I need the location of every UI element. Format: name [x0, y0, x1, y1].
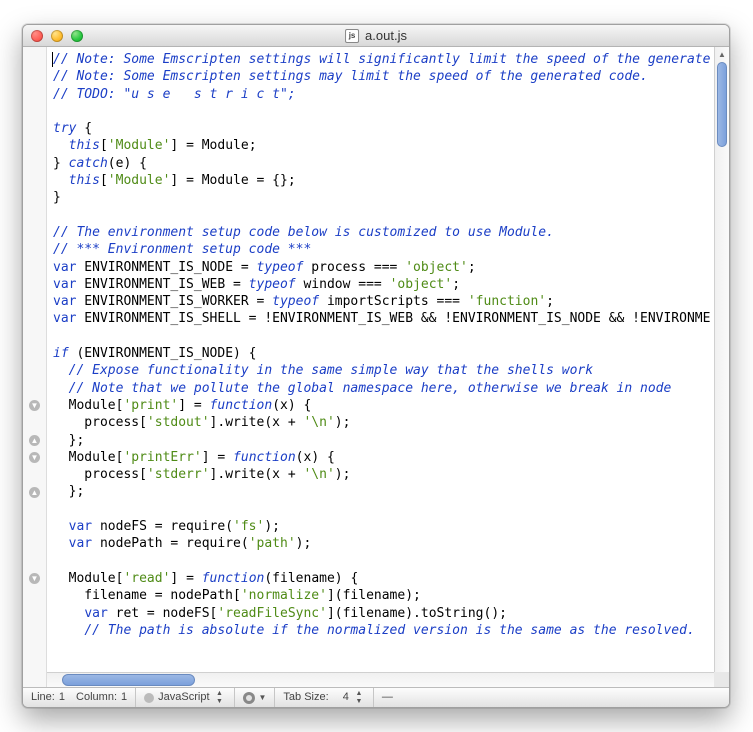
code-area[interactable]: // Note: Some Emscripten settings will s…	[47, 47, 729, 687]
traffic-lights	[31, 30, 83, 42]
scrollbar-corner	[714, 672, 729, 687]
tabsize-value: 4	[343, 692, 349, 703]
window-title-text: a.out.js	[365, 29, 407, 42]
stepper-icon[interactable]: ▲▼	[353, 690, 365, 706]
horizontal-scrollbar[interactable]	[47, 672, 714, 687]
fold-close-icon[interactable]: ▲	[29, 435, 40, 446]
language-selector[interactable]: JavaScript ▲▼	[136, 688, 234, 707]
line-value: 1	[59, 692, 65, 703]
status-extra: —	[374, 688, 729, 707]
fold-close-icon[interactable]: ▲	[29, 487, 40, 498]
language-dot-icon	[144, 693, 154, 703]
fold-open-icon[interactable]: ▼	[29, 452, 40, 463]
status-bar: Line: 1 Column: 1 JavaScript ▲▼ ▼ Tab Si…	[23, 687, 729, 707]
language-name: JavaScript	[158, 692, 209, 703]
cursor-position: Line: 1 Column: 1	[23, 688, 136, 707]
close-icon[interactable]	[31, 30, 43, 42]
gutter[interactable]: ▼ ▲ ▼ ▲ ▼	[23, 47, 47, 687]
scrollbar-thumb[interactable]	[717, 62, 727, 147]
vertical-scrollbar[interactable]: ▲ ▼	[714, 47, 729, 687]
column-label: Column:	[76, 692, 117, 703]
minimize-icon[interactable]	[51, 30, 63, 42]
fold-open-icon[interactable]: ▼	[29, 573, 40, 584]
titlebar[interactable]: js a.out.js	[23, 25, 729, 47]
editor-area[interactable]: ▼ ▲ ▼ ▲ ▼ // Note: Some Emscripten settings …	[23, 47, 729, 687]
chevron-down-icon: ▼	[259, 693, 267, 702]
window-title: js a.out.js	[345, 29, 407, 43]
editor-window: js a.out.js ▼▲▼▲▼ // Note: Some Emscript…	[22, 24, 730, 708]
scroll-up-icon[interactable]: ▲	[715, 47, 729, 62]
tabsize-label: Tab Size:	[283, 692, 328, 703]
tab-size-selector[interactable]: Tab Size: 4 ▲▼	[275, 688, 374, 707]
fold-open-icon[interactable]: ▼	[29, 400, 40, 411]
js-file-icon: js	[345, 29, 359, 43]
gear-icon[interactable]	[243, 692, 255, 704]
status-extra-text: —	[382, 692, 393, 703]
settings-menu[interactable]: ▼	[235, 688, 276, 707]
column-value: 1	[121, 692, 127, 703]
scrollbar-thumb-h[interactable]	[62, 674, 195, 686]
line-label: Line:	[31, 692, 55, 703]
scrollbar-track[interactable]	[716, 62, 728, 672]
stepper-icon[interactable]: ▲▼	[214, 690, 226, 706]
zoom-icon[interactable]	[71, 30, 83, 42]
